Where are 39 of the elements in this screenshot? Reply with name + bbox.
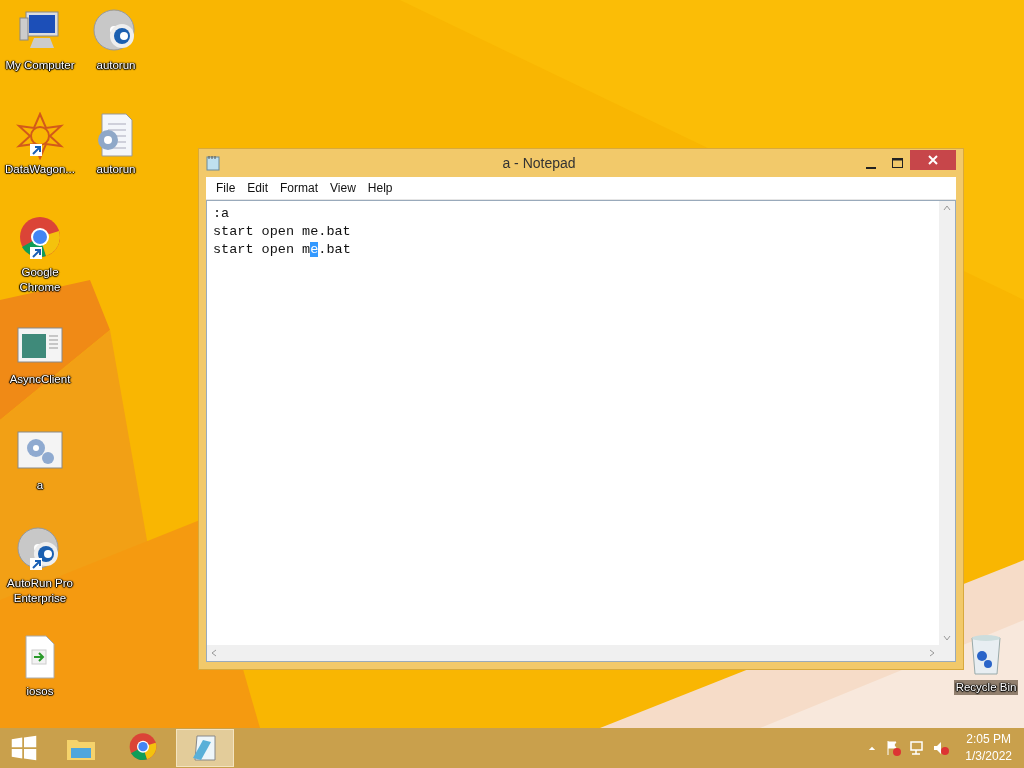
scroll-down-icon[interactable] (943, 634, 951, 642)
vertical-scrollbar[interactable] (939, 201, 955, 645)
menu-item[interactable]: Edit (241, 181, 275, 195)
time-text: 2:05 PM (966, 731, 1011, 748)
taskbar-button[interactable] (176, 729, 234, 767)
icon-label: autorun (96, 58, 136, 73)
icon-label: autorun (96, 162, 136, 177)
date-text: 1/3/2022 (965, 748, 1012, 765)
text-line[interactable]: :a (213, 206, 230, 221)
network-icon[interactable] (909, 740, 926, 756)
text-line[interactable]: start open me.bat (213, 224, 351, 239)
notepad-icon (206, 155, 220, 171)
icon-label: AsyncClient (9, 372, 71, 387)
close-button[interactable] (910, 150, 956, 170)
windows-logo-icon (10, 734, 38, 762)
text-line[interactable]: .bat (318, 242, 351, 257)
icon-label: DataWagon... (5, 162, 75, 177)
minimize-icon (866, 167, 876, 169)
scroll-up-icon[interactable] (943, 204, 951, 212)
icon-label: iosos (26, 684, 54, 699)
close-icon (928, 155, 938, 165)
scroll-right-icon[interactable] (928, 649, 936, 657)
scroll-left-icon[interactable] (210, 649, 218, 657)
starburst-icon[interactable] (16, 112, 64, 160)
window-title: a - Notepad (501, 155, 577, 171)
menu-item[interactable]: View (324, 181, 362, 195)
maximize-icon (891, 158, 903, 168)
icon-label: Google Chrome (18, 265, 62, 295)
icon-label: AutoRun Pro Enterprise (6, 576, 74, 606)
speaker-muted-icon[interactable] (933, 740, 950, 756)
icon-label: My Computer (5, 58, 75, 73)
flag-icon[interactable] (885, 740, 902, 756)
text-line[interactable]: start open m (213, 242, 311, 257)
menu-item[interactable]: Format (274, 181, 325, 195)
horizontal-scrollbar[interactable] (207, 645, 939, 661)
menu-item[interactable]: File (210, 181, 242, 195)
icon-label: a (36, 478, 44, 493)
menu-item[interactable]: Help (361, 181, 399, 195)
icon-label: Recycle Bin (953, 680, 1019, 695)
